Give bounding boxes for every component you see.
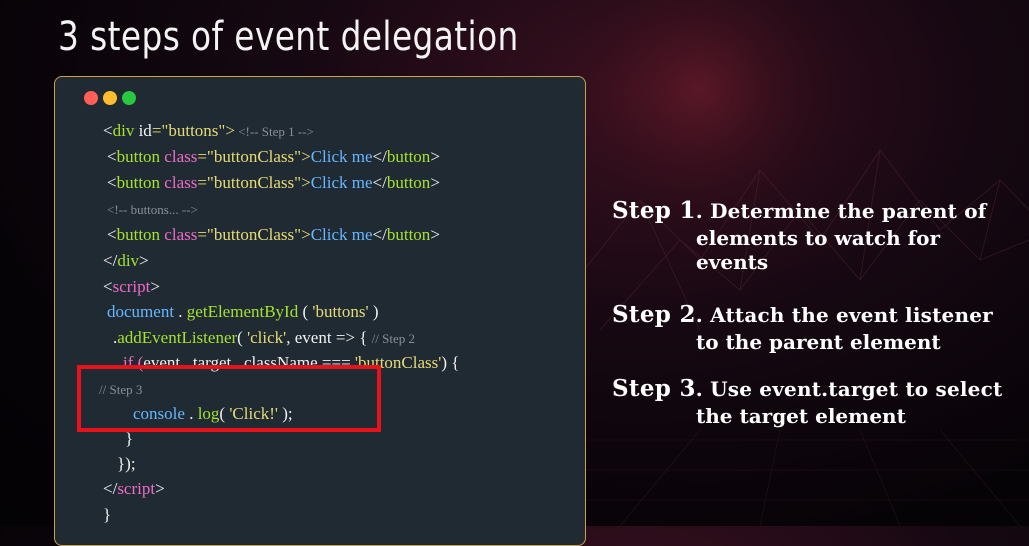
code-token: .	[174, 302, 187, 321]
code-line: </div>	[103, 251, 149, 271]
code-line: <script>	[103, 277, 160, 297]
code-line: }	[125, 429, 133, 449]
code-token: document	[107, 302, 175, 321]
code-token: id	[134, 121, 152, 140]
code-token: <	[107, 147, 117, 166]
code-token: Click me	[310, 173, 373, 192]
code-token: </	[103, 479, 118, 498]
code-token: script	[112, 277, 151, 296]
code-token: button	[386, 173, 431, 192]
page-title: 3 steps of event delegation	[58, 14, 519, 60]
code-token: });	[117, 454, 136, 473]
code-token: Click me	[310, 225, 373, 244]
code-token: ) {	[441, 353, 460, 372]
code-token: (	[237, 328, 248, 347]
code-token: <	[107, 173, 117, 192]
step-text-line: the target element	[696, 404, 906, 428]
code-token: >	[155, 479, 165, 498]
minimize-dot-icon	[103, 91, 117, 105]
step-3: Step 3. Use event.target to select the ta…	[612, 376, 1002, 429]
code-token: >	[150, 277, 160, 296]
step-text-line: elements to watch for	[696, 226, 941, 250]
code-token: class	[160, 147, 198, 166]
code-line: <button class="buttonClass">Click me</bu…	[107, 225, 440, 245]
step-2: Step 2. Attach the event listener to the …	[612, 302, 993, 355]
code-line: <button class="buttonClass">Click me</bu…	[107, 173, 440, 193]
code-token: <	[107, 225, 117, 244]
code-token: >	[139, 251, 149, 270]
code-token: >	[430, 225, 440, 244]
code-token: button	[116, 147, 161, 166]
code-window: <div id="buttons"> <!-- Step 1 --> <butto…	[54, 76, 586, 546]
code-token: 'click'	[247, 328, 287, 347]
step-text-line: to the parent element	[696, 330, 941, 354]
code-token: (	[298, 302, 313, 321]
step-1: Step 1. Determine the parent of elements …	[612, 198, 987, 275]
code-token: class	[160, 225, 198, 244]
code-token: button	[386, 147, 431, 166]
code-token: ="buttonClass">	[197, 225, 311, 244]
step-heading-line: Step 1. Determine the parent of	[612, 198, 987, 226]
code-token: button	[116, 173, 161, 192]
code-line: }	[103, 505, 111, 525]
step-text-line: events	[696, 250, 769, 274]
code-token: <	[103, 121, 113, 140]
code-line: <!-- buttons... -->	[107, 199, 198, 219]
code-token: </	[372, 147, 387, 166]
code-token: div	[112, 121, 135, 140]
code-token: </	[103, 251, 118, 270]
code-token: ="buttons">	[151, 121, 235, 140]
code-token: , event => {	[286, 328, 372, 347]
code-token: getElementById	[186, 302, 299, 321]
step3-highlight-box	[77, 365, 381, 432]
code-token: // Step 2	[371, 331, 415, 346]
code-line: });	[117, 454, 136, 474]
code-line: <button class="buttonClass">Click me</bu…	[107, 147, 440, 167]
code-token: )	[368, 302, 379, 321]
code-line: .addEventListener( 'click', event => { /…	[113, 328, 415, 348]
code-token: </	[372, 173, 387, 192]
code-token: }	[103, 505, 112, 524]
step-heading-line: Step 3. Use event.target to select	[612, 376, 1002, 404]
step-label: Step 1	[612, 197, 696, 224]
code-token: Click me	[310, 147, 373, 166]
code-token: script	[117, 479, 156, 498]
code-token: class	[160, 173, 198, 192]
close-dot-icon	[84, 91, 98, 105]
code-token: <!-- buttons... -->	[107, 202, 198, 217]
step-text: . Attach the event listener	[695, 303, 993, 327]
code-line: document . getElementById ( 'buttons' )	[107, 302, 379, 322]
code-token: >	[430, 147, 440, 166]
code-token: addEventListener	[117, 328, 238, 347]
code-token: ="buttonClass">	[197, 173, 311, 192]
code-token: <	[103, 277, 113, 296]
step-label: Step 2	[612, 301, 696, 328]
floor-grid	[586, 429, 1029, 526]
code-token: button	[116, 225, 161, 244]
code-line: <div id="buttons"> <!-- Step 1 -->	[103, 121, 314, 141]
code-token: 'buttons'	[312, 302, 369, 321]
step-text: . Use event.target to select	[695, 377, 1003, 401]
code-token: button	[386, 225, 431, 244]
code-token: >	[430, 173, 440, 192]
step-heading-line: Step 2. Attach the event listener	[612, 302, 993, 330]
code-token: ="buttonClass">	[197, 147, 311, 166]
window-controls	[84, 90, 141, 109]
code-token: <!-- Step 1 -->	[234, 124, 314, 139]
code-line: </script>	[103, 479, 165, 499]
step-label: Step 3	[612, 375, 696, 402]
code-token: </	[372, 225, 387, 244]
code-token: div	[117, 251, 140, 270]
step-text: . Determine the parent of	[695, 199, 987, 223]
maximize-dot-icon	[122, 91, 136, 105]
